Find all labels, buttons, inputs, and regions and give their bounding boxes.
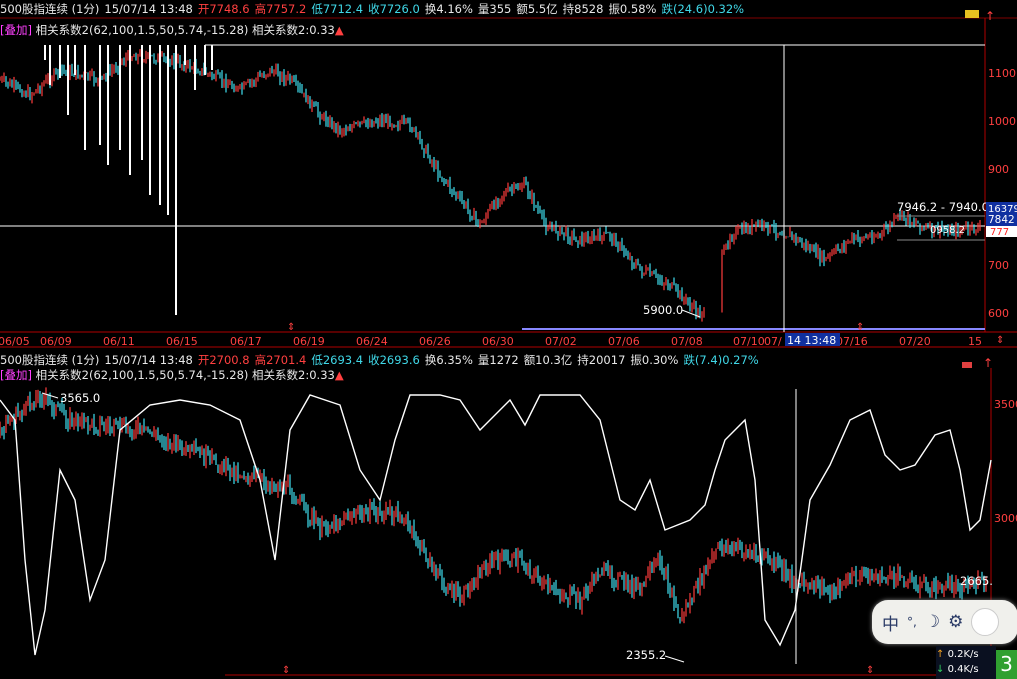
y-tick: 1000 [988, 115, 1016, 128]
y-tick: 3500 [994, 398, 1017, 411]
ticker-icon[interactable] [965, 10, 979, 18]
event-marker-icon: ⇕ [866, 665, 874, 676]
event-marker-icon: ⇕ [282, 665, 290, 676]
bottom-y-ticks: 3500 3000 [994, 398, 1017, 525]
top-candlesticks [0, 48, 981, 322]
low-price-label: 5900.0 [643, 303, 683, 317]
ime-language-toggle[interactable]: 中 [882, 610, 899, 635]
price-box-label: 7842 [988, 214, 1015, 226]
date-label: 06/05 [0, 335, 30, 348]
arrow-up-icon[interactable]: ↑ [985, 9, 995, 23]
date-label: 06/09 [40, 335, 72, 348]
gear-icon[interactable]: ⚙ [948, 612, 963, 632]
chart-canvas[interactable]: 1100 1000 900 800 700 600 3500 3000 06/0… [0, 0, 1017, 679]
price-box-label: 777 [990, 227, 1009, 238]
y-tick: 1100 [988, 67, 1016, 80]
date-label: 07/ [764, 335, 782, 348]
ime-toolbar[interactable]: 中 °, ☽ ⚙ [872, 600, 1017, 644]
low-price-label: 2355.2 [626, 648, 666, 662]
date-label: 06/15 [166, 335, 198, 348]
date-label: 07/20 [899, 335, 931, 348]
event-marker-icon: ⇕ [996, 335, 1004, 346]
date-label: 07/02 [545, 335, 577, 348]
ime-punctuation-toggle[interactable]: °, [907, 615, 917, 629]
date-label: 15 [968, 335, 982, 348]
correlation-curve [0, 394, 992, 656]
bottom-candlesticks [0, 387, 987, 624]
y-tick: 700 [988, 259, 1009, 272]
low-pointer [681, 309, 701, 318]
date-label: 06/17 [230, 335, 262, 348]
y-tick: 900 [988, 163, 1009, 176]
date-label: 06/11 [103, 335, 135, 348]
event-marker-icon: ⇕ [287, 322, 295, 333]
date-label: 07/16 [836, 335, 868, 348]
date-label: 06/30 [482, 335, 514, 348]
y-tick: 3000 [994, 512, 1017, 525]
date-label: 06/19 [293, 335, 325, 348]
high-price-label: 3565.0 [60, 391, 100, 405]
mid-value-label: 0958.2 [930, 225, 965, 236]
ticker-icon[interactable] [962, 362, 972, 368]
right-price-label: 2665. [960, 574, 993, 588]
date-label: 07/08 [671, 335, 703, 348]
date-label: 06/24 [356, 335, 388, 348]
moon-icon[interactable]: ☽ [925, 612, 940, 632]
upload-arrow-icon: ↑ [936, 649, 948, 660]
date-label: 06/26 [419, 335, 451, 348]
mascot-icon [971, 608, 1000, 636]
low-pointer [664, 655, 685, 663]
download-arrow-icon: ↓ [936, 664, 948, 675]
date-label: 07/06 [608, 335, 640, 348]
top-correlation-spikes [44, 45, 213, 315]
arrow-up-icon[interactable]: ↑ [983, 356, 993, 370]
top-y-ticks: 1100 1000 900 800 700 600 [988, 67, 1016, 320]
y-tick: 600 [988, 307, 1009, 320]
event-marker-icon: ⇕ [856, 322, 864, 333]
download-speed: ↓ 0.4K/s [936, 664, 979, 675]
cursor-time-label: 14 13:48 [787, 334, 836, 347]
date-label: 07/10 [733, 335, 765, 348]
network-counter: 3 [996, 650, 1017, 679]
range-label: 7946.2 - 7940.0 [897, 200, 989, 214]
network-speed-widget: ↑ 0.2K/s ↓ 0.4K/s [936, 646, 996, 679]
